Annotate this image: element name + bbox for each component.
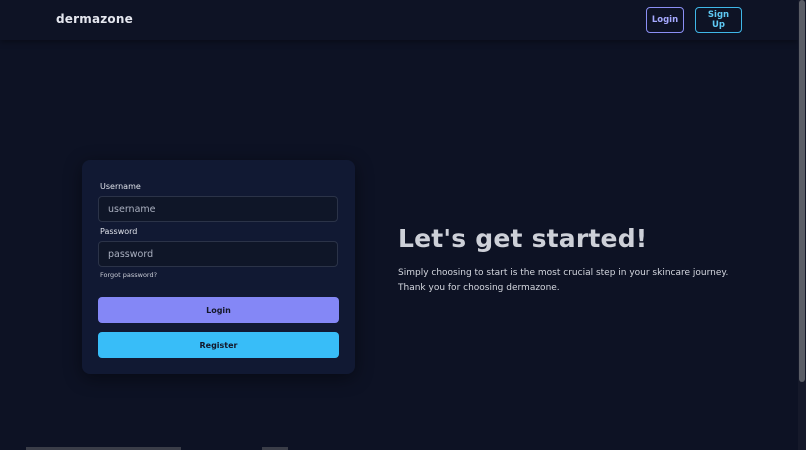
hero-line-1: Simply choosing to start is the most cru… xyxy=(398,268,729,278)
nav-login-button[interactable]: Login xyxy=(646,7,684,33)
password-input[interactable] xyxy=(98,241,338,267)
page: dermazone Login Sign Up Username Passwor… xyxy=(0,0,806,450)
forgot-password-link[interactable]: Forgot password? xyxy=(100,271,157,279)
password-label: Password xyxy=(100,227,138,236)
login-card: Username Password Forgot password? Login… xyxy=(82,160,355,374)
username-input[interactable] xyxy=(98,196,338,222)
nav-signup-button[interactable]: Sign Up xyxy=(695,7,742,33)
top-navbar: dermazone Login Sign Up xyxy=(0,0,798,40)
vertical-scrollbar[interactable] xyxy=(798,0,806,450)
hero-line-2: Thank you for choosing dermazone. xyxy=(398,282,560,293)
brand-logo[interactable]: dermazone xyxy=(56,12,133,26)
login-button[interactable]: Login xyxy=(98,297,339,323)
scrollbar-thumb[interactable] xyxy=(799,0,805,382)
register-button[interactable]: Register xyxy=(98,332,339,358)
hero-description: Simply choosing to start is the most cru… xyxy=(398,266,728,295)
hero-title: Let's get started! xyxy=(398,224,648,253)
username-label: Username xyxy=(100,182,141,191)
